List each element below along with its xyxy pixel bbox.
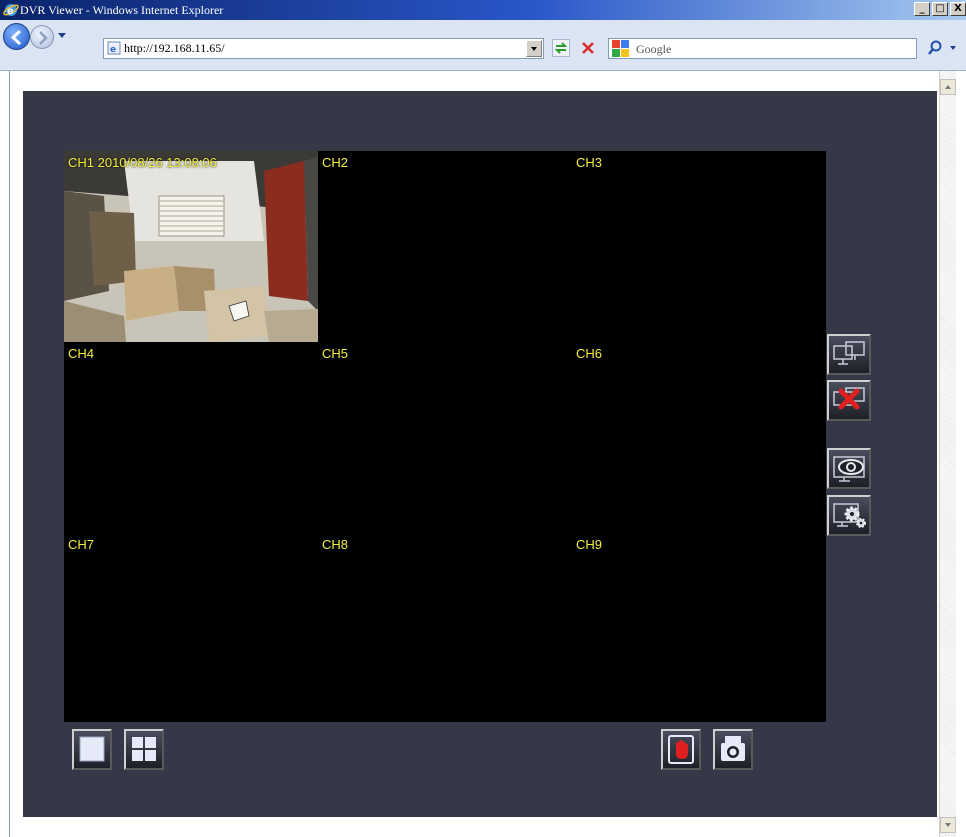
channel-label: CH3 <box>576 155 603 170</box>
channel-5[interactable]: CH5 <box>318 342 572 533</box>
address-bar[interactable]: e http://192.168.11.65/ <box>103 38 544 59</box>
dvr-panel: CH1 2010/08/26 13:08:06 CH2 CH3 CH4 CH5 … <box>23 91 937 817</box>
snapshot-icon <box>721 736 745 761</box>
manual-record-icon <box>668 735 694 764</box>
quad-view-button[interactable] <box>124 729 164 770</box>
channel-label: CH7 <box>68 537 95 552</box>
quad-view-icon <box>132 737 156 761</box>
channel-label: CH2 <box>322 155 349 170</box>
page-icon: e <box>107 41 121 55</box>
settings-button[interactable] <box>827 495 871 536</box>
connect-button[interactable] <box>827 334 871 375</box>
vertical-scrollbar[interactable] <box>939 71 956 837</box>
url-text: http://192.168.11.65/ <box>124 41 225 55</box>
channel-label: CH5 <box>322 346 349 361</box>
svg-text:e: e <box>7 6 14 17</box>
channel-8[interactable]: CH8 <box>318 533 572 724</box>
channel-label: CH6 <box>576 346 603 361</box>
single-view-button[interactable] <box>72 729 112 770</box>
video-grid: CH1 2010/08/26 13:08:06 CH2 CH3 CH4 CH5 … <box>64 151 826 722</box>
ie-logo-icon: e <box>3 4 19 17</box>
history-dropdown-icon[interactable] <box>58 33 66 38</box>
disconnect-icon <box>833 387 865 410</box>
channel-1[interactable]: CH1 2010/08/26 13:08:06 <box>64 151 318 342</box>
channel-label: CH8 <box>322 537 349 552</box>
forward-button[interactable] <box>30 25 54 49</box>
search-options-icon[interactable] <box>950 46 956 50</box>
scroll-up-icon[interactable] <box>940 79 956 95</box>
refresh-icon[interactable] <box>552 39 570 57</box>
channel-2[interactable]: CH2 <box>318 151 572 342</box>
single-view-icon <box>79 736 105 762</box>
maximize-button[interactable]: □ <box>932 2 948 16</box>
settings-icon <box>833 503 866 528</box>
close-button[interactable]: X <box>950 2 966 16</box>
disconnect-button[interactable] <box>827 380 871 421</box>
snapshot-button[interactable] <box>713 729 753 770</box>
channel-9[interactable]: CH9 <box>572 533 826 724</box>
connect-icon <box>833 341 865 365</box>
back-button[interactable] <box>3 23 30 50</box>
channel-3[interactable]: CH3 <box>572 151 826 342</box>
svg-text:e: e <box>110 45 116 55</box>
channel-6[interactable]: CH6 <box>572 342 826 533</box>
scroll-down-icon[interactable] <box>940 817 956 833</box>
manual-record-button[interactable] <box>661 729 701 770</box>
search-field[interactable]: Google <box>608 38 917 59</box>
minimize-button[interactable]: _ <box>914 2 930 16</box>
address-dropdown-icon[interactable] <box>526 40 542 57</box>
stop-icon[interactable] <box>579 39 597 57</box>
page-content: CH1 2010/08/26 13:08:06 CH2 CH3 CH4 CH5 … <box>9 71 940 837</box>
back-icon <box>10 29 22 46</box>
channel-label: CH4 <box>68 346 95 361</box>
camera-feed-image <box>64 151 318 342</box>
channel-label: CH9 <box>576 537 603 552</box>
forward-icon <box>39 31 48 45</box>
search-icon[interactable] <box>926 39 944 57</box>
channel-4[interactable]: CH4 <box>64 342 318 533</box>
browser-toolbar: e http://192.168.11.65/ Google <box>0 20 966 71</box>
search-placeholder: Google <box>636 42 672 56</box>
window-titlebar[interactable]: e DVR Viewer - Windows Internet Explorer… <box>0 0 966 20</box>
google-icon <box>612 40 629 57</box>
window-title: DVR Viewer - Windows Internet Explorer <box>20 3 224 17</box>
live-view-button[interactable] <box>827 448 871 489</box>
channel-7[interactable]: CH7 <box>64 533 318 724</box>
channel-label: CH1 2010/08/26 13:08:06 <box>68 155 217 170</box>
live-view-icon <box>833 456 865 482</box>
